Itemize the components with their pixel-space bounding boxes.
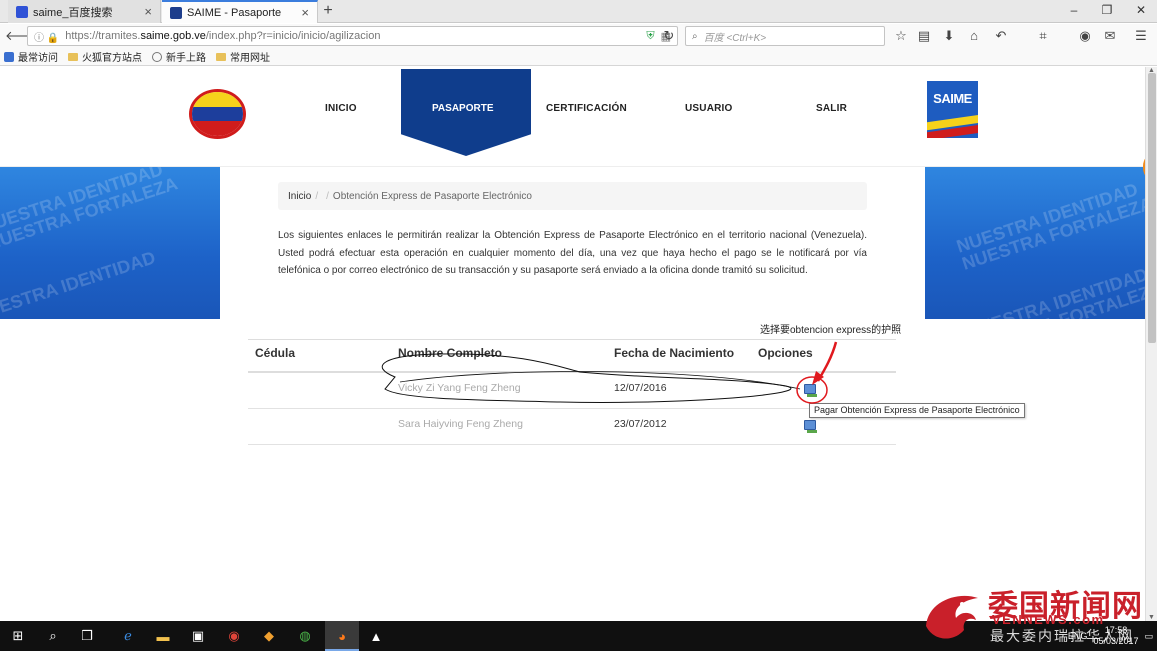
screenshot-crop-icon[interactable]: ⌗ (1034, 27, 1052, 45)
new-tab-icon[interactable]: + (319, 2, 337, 20)
photos-icon[interactable]: ▲ (367, 627, 385, 645)
tooltip: Pagar Obtención Express de Pasaporte Ele… (809, 403, 1025, 418)
site-info-icon[interactable]: ⓘ 🔒 (34, 29, 59, 44)
baidu-favicon-icon (16, 5, 28, 18)
pay-express-icon[interactable] (804, 384, 817, 397)
url-bar[interactable]: ⓘ 🔒 https://tramites. saime.gob.ve/index.… (27, 26, 678, 46)
nav-salir[interactable]: SALIR (816, 103, 847, 114)
app-green-icon[interactable]: ◍ (296, 627, 314, 645)
banner-watermark: NUESTRA IDENTIDADNUESTRA FORTALEZA (0, 167, 180, 254)
bookmarks-bar: 最常访问 火狐官方站点 新手上路 常用网址 (0, 48, 1157, 66)
search-placeholder: 百度 <Ctrl+K> (703, 32, 767, 44)
bookmark-getting-started[interactable]: 新手上路 (152, 49, 206, 64)
tab-title: saime_百度搜索 (33, 6, 113, 19)
file-explorer-icon[interactable]: ▬ (154, 627, 172, 645)
undo-icon[interactable]: ↶ (992, 27, 1010, 45)
page-viewport: INICIO PASAPORTE CERTIFICACIÓN USUARIO S… (0, 67, 1145, 621)
pay-express-icon[interactable] (804, 420, 817, 433)
download-icon[interactable]: ⬇ (940, 27, 958, 45)
browser-nav-bar: 🡐 ⓘ 🔒 https://tramites. saime.gob.ve/inde… (0, 24, 1157, 48)
nav-certificacion[interactable]: CERTIFICACIÓN (546, 103, 627, 114)
table-header: Cédula Nombre Completo Fecha de Nacimien… (248, 339, 896, 373)
extension-icon[interactable]: ◉ (1076, 27, 1094, 45)
tab-baidu[interactable]: saime_百度搜索 × (8, 0, 161, 23)
header-opciones: Opciones (758, 346, 813, 360)
venezuela-seal-logo[interactable] (189, 89, 246, 139)
windows-start-icon[interactable]: ⊞ (9, 627, 27, 645)
home-icon[interactable]: ⌂ (965, 27, 983, 45)
bookmark-star-icon (4, 51, 14, 62)
table-row: Vicky Zi Yang Feng Zheng 12/07/2016 (248, 373, 896, 409)
nav-usuario[interactable]: USUARIO (685, 103, 733, 114)
breadcrumb-current: Obtención Express de Pasaporte Electróni… (332, 190, 532, 202)
header-nombre: Nombre Completo (398, 346, 503, 360)
minimize-icon[interactable]: – (1066, 3, 1082, 17)
tab-saime[interactable]: SAIME - Pasaporte × (162, 0, 318, 23)
search-input[interactable]: ⌕ 百度 <Ctrl+K> (685, 26, 885, 46)
store-icon[interactable]: ▣ (189, 627, 207, 645)
scroll-thumb[interactable] (1148, 73, 1156, 343)
site-header: INICIO PASAPORTE CERTIFICACIÓN USUARIO S… (0, 67, 1145, 167)
folder-icon (68, 52, 78, 61)
reading-list-icon[interactable]: ▤ (915, 27, 933, 45)
tab-close-icon[interactable]: × (144, 4, 152, 19)
folder-icon (216, 52, 226, 61)
annotation-label: 选择要obtencion express的护照 (760, 325, 902, 336)
menu-hamburger-icon[interactable]: ☰ (1132, 27, 1150, 45)
bookmark-common-sites[interactable]: 常用网址 (216, 49, 270, 64)
dragon-logo-icon (926, 595, 978, 639)
window-close-icon[interactable]: ✕ (1133, 3, 1149, 17)
bookmark-most-visited[interactable]: 最常访问 (4, 49, 58, 64)
cell-nombre: Sara Haiyving Feng Zheng (398, 418, 523, 430)
saime-logo[interactable]: SAIME (927, 81, 978, 138)
firefox-icon[interactable]: ◕ (333, 627, 351, 645)
browser-tab-bar: saime_百度搜索 × SAIME - Pasaporte × + – ❐ ✕ (0, 0, 1157, 23)
globe-icon (152, 51, 162, 62)
page-scrollbar[interactable]: ▲ ▼ (1145, 67, 1157, 621)
app-icon[interactable]: ◆ (260, 627, 278, 645)
maximize-icon[interactable]: ❐ (1099, 3, 1115, 17)
passport-table: Cédula Nombre Completo Fecha de Nacimien… (248, 339, 896, 445)
vennews-watermark: 委国新闻网 VENNEWS.com 最大委内瑞拉华人网 (918, 578, 1157, 651)
back-arrow-icon[interactable]: 🡐 (5, 27, 40, 45)
search-icon: ⌕ (692, 30, 698, 42)
tab-close-icon[interactable]: × (301, 5, 309, 20)
reload-icon[interactable]: ↻ (659, 27, 679, 45)
shield-icon[interactable]: ⛨ (646, 30, 654, 43)
breadcrumb: Inicio / / Obtención Express de Pasaport… (278, 182, 867, 210)
watermark-tagline: 最大委内瑞拉华人网 (990, 629, 1134, 645)
nav-inicio[interactable]: INICIO (325, 103, 357, 114)
url-path: /index.php?r=inicio/inicio/agilizacion (205, 30, 381, 42)
header-cedula: Cédula (255, 346, 296, 360)
header-fecha: Fecha de Nacimiento (614, 346, 735, 360)
saime-favicon-icon (170, 6, 182, 19)
chat-icon[interactable]: ✉ (1101, 27, 1119, 45)
nav-pasaporte[interactable]: PASAPORTE (432, 103, 494, 114)
edge-browser-icon[interactable]: ℯ (119, 627, 137, 645)
bookmark-star-icon[interactable]: ☆ (892, 27, 910, 45)
search-icon[interactable]: ⌕ (44, 627, 62, 645)
banner-watermark: NUESTRA IDENTIDAD (0, 247, 158, 319)
cell-fecha: 23/07/2012 (614, 418, 667, 430)
banner-watermark: NUESTRA IDENTIDADNUESTRA FORTALEZA (963, 264, 1145, 319)
url-domain: saime.gob.ve (140, 30, 206, 42)
cell-fecha: 12/07/2016 (614, 382, 667, 394)
intro-paragraph: Los siguientes enlaces le permitirán rea… (278, 230, 867, 276)
url-prefix: https://tramites. (65, 30, 141, 42)
tab-title: SAIME - Pasaporte (187, 6, 282, 19)
table-row: Sara Haiyving Feng Zheng 23/07/2012 (248, 409, 896, 445)
breadcrumb-home[interactable]: Inicio (288, 191, 311, 202)
watermark-english: VENNEWS.com (992, 612, 1105, 627)
task-view-icon[interactable]: ❒ (78, 627, 96, 645)
bookmark-firefox-site[interactable]: 火狐官方站点 (68, 49, 142, 64)
cell-nombre: Vicky Zi Yang Feng Zheng (398, 382, 521, 394)
banner-watermark: NUESTRA IDENTIDADNUESTRA FORTALEZA (953, 179, 1145, 274)
chrome-icon[interactable]: ◉ (225, 627, 243, 645)
